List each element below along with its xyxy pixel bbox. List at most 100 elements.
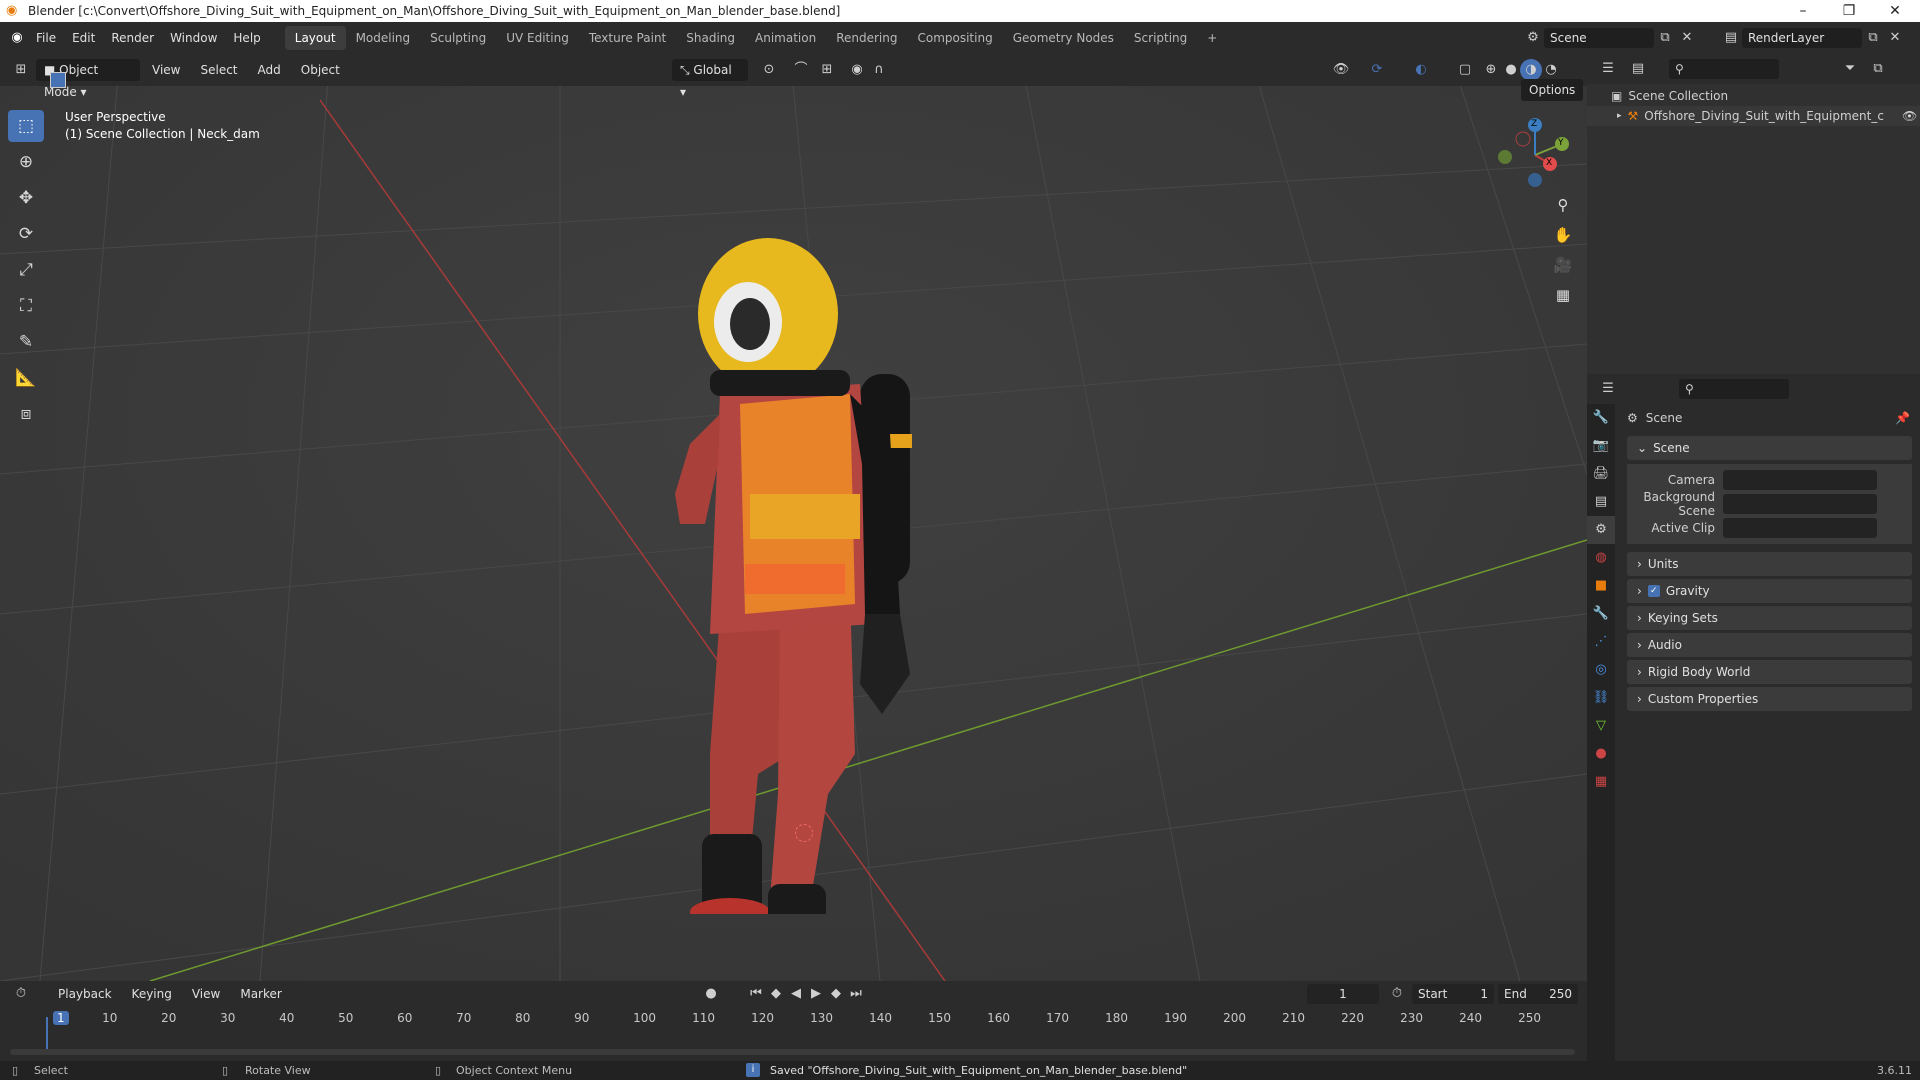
pan-hand-icon[interactable]: ✋: [1550, 222, 1576, 248]
menu-select[interactable]: Select: [192, 59, 245, 81]
pivot-point-icon[interactable]: ⊙: [758, 59, 780, 81]
tab-sculpting[interactable]: Sculpting: [420, 26, 496, 50]
timeline-editor[interactable]: ⏱ Playback Keying View Marker ● ⏮ ◆ ◀ ▶ …: [0, 981, 1587, 1061]
outliner-search-input[interactable]: ⚲: [1669, 59, 1779, 79]
timeline-editor-icon[interactable]: ⏱: [10, 983, 32, 1005]
tab-scripting[interactable]: Scripting: [1124, 26, 1197, 50]
blender-menu-icon[interactable]: ◉: [6, 27, 28, 49]
jump-end-icon[interactable]: ⏭: [845, 983, 867, 1005]
tab-rendering[interactable]: Rendering: [826, 26, 907, 50]
zoom-icon[interactable]: ⚲: [1550, 192, 1576, 218]
prev-keyframe-icon[interactable]: ◆: [765, 983, 787, 1005]
menu-edit[interactable]: Edit: [64, 22, 103, 54]
scene-selector[interactable]: ⚙ Scene ⧉ ✕: [1522, 26, 1698, 50]
maximize-button[interactable]: ❐: [1826, 0, 1872, 22]
3d-viewport[interactable]: [0, 54, 1587, 981]
data-tab-icon[interactable]: ▽: [1587, 712, 1615, 740]
tab-geometry-nodes[interactable]: Geometry Nodes: [1003, 26, 1124, 50]
audio-panel[interactable]: › Audio: [1627, 633, 1912, 657]
timeline-scrollbar[interactable]: [10, 1049, 1575, 1055]
start-frame-field[interactable]: Start 1: [1412, 984, 1494, 1004]
annotate-tool[interactable]: ✎: [8, 326, 44, 358]
output-tab-icon[interactable]: 🖨: [1587, 460, 1615, 488]
tab-uv-editing[interactable]: UV Editing: [496, 26, 579, 50]
new-scene-icon[interactable]: ⧉: [1654, 27, 1676, 49]
outliner-editor-icon[interactable]: ☰: [1597, 58, 1619, 80]
rigid-body-world-panel[interactable]: › Rigid Body World: [1627, 660, 1912, 684]
delete-renderlayer-icon[interactable]: ✕: [1884, 27, 1906, 49]
camera-view-icon[interactable]: 🎥: [1550, 252, 1576, 278]
particles-tab-icon[interactable]: ⋰: [1587, 628, 1615, 656]
eye-visibility-icon[interactable]: 👁: [1902, 109, 1917, 123]
xray-icon[interactable]: ▢: [1454, 59, 1476, 81]
wireframe-shading-icon[interactable]: ⊕: [1480, 59, 1502, 81]
overlay-icon[interactable]: ◐: [1410, 59, 1432, 81]
gizmo-icon[interactable]: ⟳: [1366, 59, 1388, 81]
menu-object[interactable]: Object: [293, 59, 348, 81]
menu-help[interactable]: Help: [225, 22, 268, 54]
scene-section-header[interactable]: ⌄ Scene: [1627, 436, 1912, 460]
gravity-panel[interactable]: › ✓ Gravity: [1627, 579, 1912, 603]
visibility-icon[interactable]: 👁: [1330, 59, 1352, 81]
jump-start-icon[interactable]: ⏮: [745, 983, 767, 1005]
tab-shading[interactable]: Shading: [676, 26, 745, 50]
modifier-tab-icon[interactable]: 🔧: [1587, 600, 1615, 628]
add-cube-tool[interactable]: ⧈: [8, 398, 44, 430]
outliner-row-root[interactable]: ▣ Scene Collection: [1587, 86, 1920, 106]
renderlayer-name-field[interactable]: RenderLayer: [1742, 28, 1862, 48]
rotate-tool[interactable]: ⟳: [8, 218, 44, 250]
tool-tab-icon[interactable]: 🔧: [1587, 404, 1615, 432]
snap-icon[interactable]: ⌒: [790, 59, 812, 81]
diver-model[interactable]: [650, 194, 950, 914]
new-renderlayer-icon[interactable]: ⧉: [1862, 27, 1884, 49]
filter-icon[interactable]: ⏷: [1839, 58, 1861, 80]
scale-tool[interactable]: ⤢: [8, 254, 44, 286]
physics-tab-icon[interactable]: ◎: [1587, 656, 1615, 684]
constraints-tab-icon[interactable]: ⛓: [1587, 684, 1615, 712]
gravity-checkbox[interactable]: ✓: [1647, 585, 1660, 597]
texture-tab-icon[interactable]: ▦: [1587, 768, 1615, 796]
solid-shading-icon[interactable]: ●: [1500, 59, 1522, 81]
camera-field[interactable]: [1723, 470, 1877, 490]
render-tab-icon[interactable]: 📷: [1587, 432, 1615, 460]
current-frame-field[interactable]: 1: [1307, 984, 1379, 1004]
outliner-row-object[interactable]: ▸ ⚒ Offshore_Diving_Suit_with_Equipment_…: [1587, 106, 1920, 126]
menu-marker[interactable]: Marker: [232, 983, 289, 1005]
play-icon[interactable]: ▶: [805, 983, 827, 1005]
material-shading-icon[interactable]: ◑: [1520, 59, 1542, 81]
material-tab-icon[interactable]: ●: [1587, 740, 1615, 768]
units-panel[interactable]: › Units: [1627, 552, 1912, 576]
pin-icon[interactable]: 📌: [1895, 411, 1910, 425]
scene-name-field[interactable]: Scene: [1544, 28, 1654, 48]
view-layer-tab-icon[interactable]: ▤: [1587, 488, 1615, 516]
proportional-edit-icon[interactable]: ◉: [846, 59, 868, 81]
editor-type-icon[interactable]: ⊞: [10, 59, 32, 81]
add-workspace-button[interactable]: +: [1197, 26, 1227, 50]
properties-editor-icon[interactable]: ☰: [1597, 378, 1619, 400]
tab-layout[interactable]: Layout: [284, 26, 346, 50]
expand-arrow-icon[interactable]: ▸: [1617, 111, 1622, 121]
delete-scene-icon[interactable]: ✕: [1676, 27, 1698, 49]
scene-tab-icon[interactable]: ⚙: [1587, 516, 1615, 544]
snap-target-icon[interactable]: ⊞: [816, 59, 838, 81]
playhead-line[interactable]: [46, 1017, 48, 1051]
transform-tool[interactable]: ⛶: [8, 290, 44, 322]
menu-view[interactable]: View: [144, 59, 188, 81]
falloff-icon[interactable]: ∩: [868, 59, 890, 81]
record-icon[interactable]: ●: [700, 983, 722, 1005]
minimize-button[interactable]: –: [1780, 0, 1826, 22]
options-dropdown[interactable]: Options: [1521, 79, 1583, 101]
menu-window[interactable]: Window: [162, 22, 225, 54]
perspective-toggle-icon[interactable]: ▦: [1550, 282, 1576, 308]
select-mode-icon[interactable]: [50, 72, 66, 88]
rendered-shading-icon[interactable]: ◔: [1540, 59, 1562, 81]
tab-texture-paint[interactable]: Texture Paint: [579, 26, 676, 50]
transform-orientation-dropdown[interactable]: ⤡ Global ▾: [672, 59, 748, 99]
world-tab-icon[interactable]: ◍: [1587, 544, 1615, 572]
menu-render[interactable]: Render: [103, 22, 162, 54]
tab-animation[interactable]: Animation: [745, 26, 826, 50]
menu-add[interactable]: Add: [250, 59, 289, 81]
keying-sets-panel[interactable]: › Keying Sets: [1627, 606, 1912, 630]
new-collection-icon[interactable]: ⧉: [1867, 58, 1889, 80]
select-box-tool[interactable]: ⬚: [8, 110, 44, 142]
